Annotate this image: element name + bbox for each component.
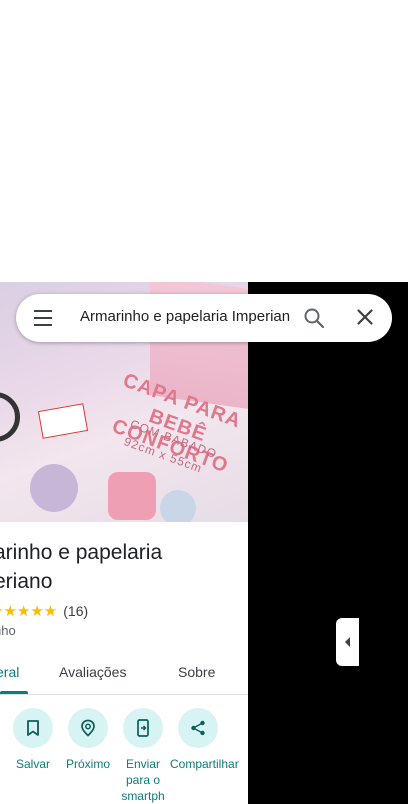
search-icon[interactable] bbox=[303, 307, 325, 329]
menu-icon[interactable] bbox=[34, 310, 52, 326]
map-area[interactable] bbox=[248, 282, 408, 804]
collapse-arrow-icon bbox=[345, 637, 350, 647]
place-title: arinho e papelaria eriano bbox=[0, 538, 244, 596]
action-buttons: Salvar Próximo Enviar para o smartph Com… bbox=[0, 708, 248, 804]
share-button[interactable]: Compartilhar bbox=[170, 708, 239, 772]
photo-decoration bbox=[0, 392, 20, 442]
search-input[interactable]: Armarinho e papelaria Imperiano bbox=[80, 308, 290, 325]
place-title-line2: eriano bbox=[0, 570, 53, 593]
tab-overview[interactable]: eral bbox=[0, 664, 19, 680]
share-icon bbox=[191, 720, 205, 736]
save-label: Salvar bbox=[15, 757, 50, 771]
photo-sticker bbox=[37, 403, 89, 439]
photo-decoration bbox=[108, 472, 156, 520]
share-label: Compartilhar bbox=[170, 757, 239, 771]
send-to-phone-button[interactable]: Enviar para o smartph bbox=[115, 708, 171, 804]
tab-reviews[interactable]: Avaliações bbox=[59, 664, 126, 680]
tab-about[interactable]: Sobre bbox=[178, 664, 215, 680]
photo-decoration bbox=[30, 464, 78, 512]
nearby-label: Próximo bbox=[65, 757, 110, 771]
tab-bar: eral Avaliações Sobre bbox=[0, 652, 248, 695]
send-to-phone-icon bbox=[137, 719, 149, 737]
nearby-pin-icon bbox=[81, 719, 95, 737]
place-title-line1: arinho e papelaria bbox=[0, 541, 163, 564]
active-tab-indicator bbox=[0, 691, 28, 694]
collapse-panel-button[interactable] bbox=[336, 618, 359, 666]
nearby-button[interactable]: Próximo bbox=[60, 708, 116, 772]
review-count[interactable]: (16) bbox=[63, 603, 88, 619]
bookmark-icon bbox=[27, 720, 39, 736]
send-to-phone-label: Enviar para o smartph bbox=[121, 757, 165, 803]
close-icon[interactable] bbox=[356, 308, 374, 326]
rating-row[interactable]: ★★★★★ (16) bbox=[0, 601, 88, 621]
star-rating-icon: ★★★★★ bbox=[0, 603, 58, 620]
search-bar[interactable]: Armarinho e papelaria Imperiano bbox=[16, 294, 392, 342]
save-button[interactable]: Salvar bbox=[5, 708, 61, 772]
photo-decoration bbox=[160, 490, 196, 522]
place-panel: CAPA PARA BEBÊ CONFORTO COM BABADO 92cm … bbox=[0, 282, 248, 804]
blank-top-area bbox=[0, 0, 408, 282]
place-category[interactable]: nho bbox=[0, 623, 16, 638]
